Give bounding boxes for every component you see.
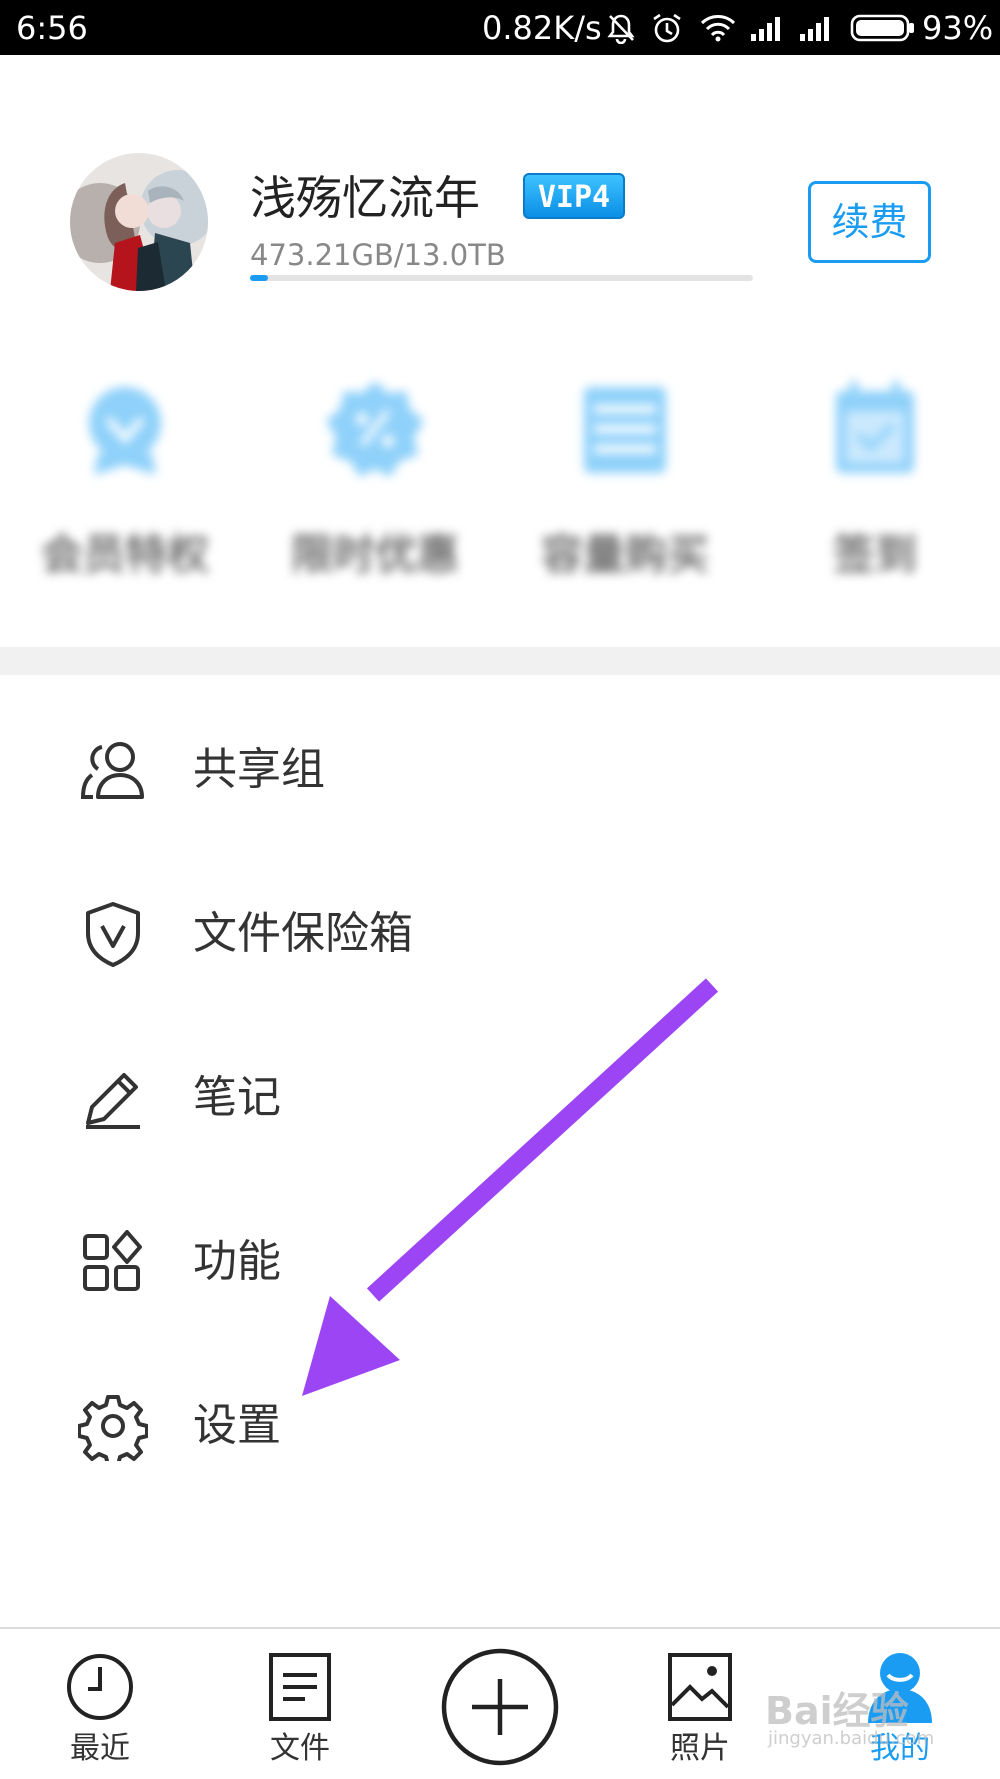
watermark-subtext: jingyan.baidu.com <box>768 1728 935 1749</box>
alarm-icon <box>653 13 681 43</box>
quick-action-label: 容量购买 <box>540 530 709 579</box>
storage-progress-fill <box>250 275 269 281</box>
tab-files[interactable]: 文件 <box>240 1629 360 1779</box>
username: 浅殇忆流年 <box>250 171 480 225</box>
signal-icon <box>751 17 780 41</box>
quick-action-label: 限时优惠 <box>290 530 459 579</box>
member-badge-icon <box>89 387 161 475</box>
tab-photos[interactable]: 照片 <box>640 1629 760 1779</box>
status-time: 6:56 <box>16 9 88 47</box>
menu-item-file-vault[interactable]: 文件保险箱 <box>0 864 1000 1004</box>
vip-badge[interactable]: VIP4 <box>523 173 625 219</box>
menu-item-features[interactable]: 功能 <box>0 1192 1000 1332</box>
avatar[interactable] <box>70 153 208 291</box>
menu-item-label: 笔记 <box>193 1072 281 1123</box>
menu-item-settings[interactable]: 设置 <box>0 1356 1000 1496</box>
quick-action-limited-offer[interactable]: 限时优惠 <box>250 375 500 582</box>
document-icon <box>269 1653 331 1721</box>
storage-progress-bar <box>250 275 753 281</box>
menu-item-label: 文件保险箱 <box>193 908 413 959</box>
network-speed: 0.82K/s <box>482 9 602 47</box>
discount-icon <box>326 381 424 477</box>
tab-label: 照片 <box>670 1731 730 1766</box>
quick-action-buy-storage[interactable]: 容量购买 <box>500 375 750 582</box>
watermark: Bai经验 <box>765 1689 909 1733</box>
checkin-icon <box>836 381 914 473</box>
image-icon <box>668 1653 732 1721</box>
add-icon[interactable] <box>440 1647 560 1767</box>
grid-icon <box>83 1230 142 1291</box>
quick-action-label: 签到 <box>832 530 917 579</box>
menu-item-label: 功能 <box>193 1236 281 1287</box>
status-bar: 6:56 0.82K/s 93% <box>0 0 1000 55</box>
storage-usage-text: 473.21GB/13.0TB <box>250 238 506 272</box>
section-divider <box>0 647 1000 675</box>
renew-button[interactable]: 续费 <box>808 181 931 263</box>
menu-item-label: 设置 <box>193 1400 281 1451</box>
clock-icon <box>67 1654 133 1720</box>
tab-recent[interactable]: 最近 <box>40 1629 160 1779</box>
pencil-icon <box>86 1073 140 1129</box>
menu-item-notes[interactable]: 笔记 <box>0 1028 1000 1168</box>
quick-action-checkin[interactable]: 签到 <box>750 375 1000 582</box>
signal-icon <box>800 17 829 41</box>
quick-action-label: 会员特权 <box>40 530 209 579</box>
shield-icon <box>86 902 140 967</box>
tab-label: 文件 <box>270 1731 330 1766</box>
wifi-icon <box>700 15 736 42</box>
storage-icon <box>584 387 666 473</box>
gear-icon <box>78 1395 148 1461</box>
menu-item-label: 共享组 <box>193 744 325 795</box>
tab-label: 最近 <box>70 1731 130 1766</box>
mute-icon <box>607 14 635 44</box>
group-icon <box>80 742 144 799</box>
battery-icon <box>850 14 914 42</box>
battery-percent: 93% <box>922 9 994 47</box>
quick-action-member-privileges[interactable]: 会员特权 <box>0 375 250 582</box>
menu-item-share-group[interactable]: 共享组 <box>0 700 1000 840</box>
